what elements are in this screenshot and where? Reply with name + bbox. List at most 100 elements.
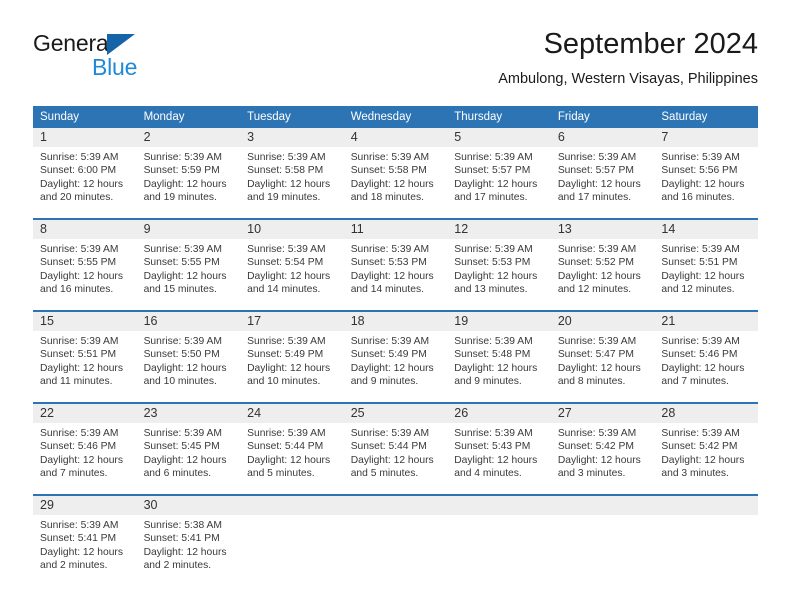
calendar-cell[interactable]: 27 Sunrise: 5:39 AM Sunset: 5:42 PM Dayligh…	[550, 402, 655, 495]
day-details: Sunrise: 5:39 AM Sunset: 5:51 PM Daylight:…	[654, 239, 758, 297]
day-number: 12	[447, 220, 551, 239]
day-sunset-text: Sunset: 5:44 PM	[350, 441, 427, 453]
day-number: 25	[343, 404, 448, 423]
calendar-cell[interactable]: 25 Sunrise: 5:39 AM Sunset: 5:44 PM Dayligh…	[343, 402, 448, 495]
day-daylight1-text: Daylight: 12 hours	[557, 362, 641, 374]
calendar-cell[interactable]: 21 Sunrise: 5:39 AM Sunset: 5:46 PM Dayligh…	[654, 310, 758, 403]
day-daylight2-text: and 11 minutes.	[40, 376, 113, 388]
day-number	[550, 496, 655, 515]
day-sunrise-text: Sunrise: 5:39 AM	[661, 244, 740, 255]
calendar-body: 1 Sunrise: 5:39 AM Sunset: 6:00 PM Daylight…	[33, 128, 758, 586]
day-cell: 21 Sunrise: 5:39 AM Sunset: 5:46 PM Dayligh…	[654, 312, 758, 402]
day-daylight1-text: Daylight: 12 hours	[350, 178, 434, 190]
calendar-cell[interactable]: 26 Sunrise: 5:39 AM Sunset: 5:43 PM Dayligh…	[447, 402, 551, 495]
day-sunset-text: Sunset: 5:42 PM	[557, 441, 634, 453]
page-header: General Blue September 2024 Ambulong, We…	[33, 26, 758, 98]
day-daylight2-text: and 3 minutes.	[661, 468, 729, 480]
day-cell: 4 Sunrise: 5:39 AM Sunset: 5:58 PM Daylight…	[343, 128, 448, 218]
calendar-cell[interactable]: 12 Sunrise: 5:39 AM Sunset: 5:53 PM Dayligh…	[447, 218, 551, 311]
day-sunrise-text: Sunrise: 5:39 AM	[454, 428, 533, 439]
calendar-cell[interactable]: 23 Sunrise: 5:39 AM Sunset: 5:45 PM Dayligh…	[136, 402, 241, 495]
day-daylight2-text: and 15 minutes.	[143, 284, 217, 296]
calendar-cell[interactable]: 6 Sunrise: 5:39 AM Sunset: 5:57 PM Daylight…	[550, 128, 655, 219]
calendar-cell[interactable]: 13 Sunrise: 5:39 AM Sunset: 5:52 PM Dayligh…	[550, 218, 655, 311]
day-number: 20	[550, 312, 655, 331]
day-sunrise-text: Sunrise: 5:39 AM	[350, 336, 430, 347]
day-details: Sunrise: 5:39 AM Sunset: 5:55 PM Daylight:…	[33, 239, 137, 297]
day-sunrise-text: Sunrise: 5:39 AM	[40, 336, 119, 347]
day-sunset-text: Sunset: 5:56 PM	[661, 165, 738, 177]
day-sunrise-text: Sunrise: 5:39 AM	[454, 244, 533, 255]
calendar-cell[interactable]: 11 Sunrise: 5:39 AM Sunset: 5:53 PM Dayligh…	[343, 218, 448, 311]
calendar-cell[interactable]: 2 Sunrise: 5:39 AM Sunset: 5:59 PM Daylight…	[136, 128, 241, 219]
day-details: Sunrise: 5:39 AM Sunset: 5:42 PM Daylight:…	[654, 423, 758, 481]
day-cell: 17 Sunrise: 5:39 AM Sunset: 5:49 PM Dayligh…	[240, 312, 344, 402]
day-daylight1-text: Daylight: 12 hours	[247, 362, 331, 374]
calendar-cell[interactable]: 28 Sunrise: 5:39 AM Sunset: 5:42 PM Dayligh…	[654, 402, 758, 495]
calendar-cell[interactable]: 16 Sunrise: 5:39 AM Sunset: 5:50 PM Dayligh…	[136, 310, 241, 403]
day-details: Sunrise: 5:39 AM Sunset: 5:55 PM Daylight:…	[137, 239, 241, 297]
calendar-cell[interactable]: 18 Sunrise: 5:39 AM Sunset: 5:49 PM Dayligh…	[343, 310, 448, 403]
location-subtitle: Ambulong, Western Visayas, Philippines	[498, 71, 758, 87]
day-number: 3	[240, 128, 344, 147]
calendar-cell[interactable]: 30 Sunrise: 5:38 AM Sunset: 5:41 PM Dayligh…	[136, 494, 241, 586]
day-sunrise-text: Sunrise: 5:38 AM	[143, 520, 222, 531]
calendar-cell[interactable]: 14 Sunrise: 5:39 AM Sunset: 5:51 PM Dayligh…	[654, 218, 758, 311]
day-number: 1	[33, 128, 137, 147]
day-daylight2-text: and 16 minutes.	[40, 284, 114, 296]
day-details: Sunrise: 5:39 AM Sunset: 5:46 PM Daylight:…	[33, 423, 137, 481]
day-sunrise-text: Sunrise: 5:39 AM	[350, 152, 430, 163]
day-daylight2-text: and 9 minutes.	[350, 376, 419, 388]
day-cell: 8 Sunrise: 5:39 AM Sunset: 5:55 PM Daylight…	[33, 220, 137, 310]
calendar-cell[interactable]: 29 Sunrise: 5:39 AM Sunset: 5:41 PM Dayligh…	[33, 494, 137, 586]
weekday-header-sunday: Sunday	[33, 106, 137, 128]
day-number: 9	[136, 220, 241, 239]
day-daylight2-text: and 17 minutes.	[454, 192, 528, 204]
calendar-cell[interactable]: 10 Sunrise: 5:39 AM Sunset: 5:54 PM Dayligh…	[240, 218, 344, 311]
day-daylight2-text: and 20 minutes.	[40, 192, 114, 204]
day-sunrise-text: Sunrise: 5:39 AM	[247, 152, 326, 163]
day-sunrise-text: Sunrise: 5:39 AM	[143, 152, 222, 163]
day-cell	[240, 496, 344, 586]
day-sunrise-text: Sunrise: 5:39 AM	[557, 336, 637, 347]
day-sunset-text: Sunset: 5:43 PM	[454, 441, 531, 453]
day-sunrise-text: Sunrise: 5:39 AM	[661, 336, 740, 347]
day-details: Sunrise: 5:39 AM Sunset: 5:50 PM Daylight:…	[137, 331, 241, 389]
day-sunrise-text: Sunrise: 5:39 AM	[557, 428, 637, 439]
day-cell: 10 Sunrise: 5:39 AM Sunset: 5:54 PM Dayligh…	[240, 220, 344, 310]
calendar-cell[interactable]: 4 Sunrise: 5:39 AM Sunset: 5:58 PM Daylight…	[343, 128, 448, 219]
calendar-cell[interactable]: 15 Sunrise: 5:39 AM Sunset: 5:51 PM Dayligh…	[33, 310, 137, 403]
day-sunrise-text: Sunrise: 5:39 AM	[661, 428, 740, 439]
day-cell: 5 Sunrise: 5:39 AM Sunset: 5:57 PM Daylight…	[447, 128, 551, 218]
day-number: 2	[136, 128, 241, 147]
calendar-cell[interactable]: 1 Sunrise: 5:39 AM Sunset: 6:00 PM Daylight…	[33, 128, 137, 219]
day-cell: 19 Sunrise: 5:39 AM Sunset: 5:48 PM Dayligh…	[447, 312, 551, 402]
day-daylight1-text: Daylight: 12 hours	[143, 362, 227, 374]
calendar-cell[interactable]: 22 Sunrise: 5:39 AM Sunset: 5:46 PM Dayligh…	[33, 402, 137, 495]
calendar-week-row: 15 Sunrise: 5:39 AM Sunset: 5:51 PM Dayligh…	[33, 310, 758, 403]
calendar-cell[interactable]: 9 Sunrise: 5:39 AM Sunset: 5:55 PM Daylight…	[136, 218, 241, 311]
day-daylight2-text: and 5 minutes.	[350, 468, 419, 480]
calendar-cell-empty	[343, 494, 448, 586]
brand-logo[interactable]: General Blue	[33, 30, 233, 86]
day-sunset-text: Sunset: 5:55 PM	[40, 257, 117, 269]
day-daylight1-text: Daylight: 12 hours	[143, 270, 227, 282]
calendar-cell[interactable]: 7 Sunrise: 5:39 AM Sunset: 5:56 PM Daylight…	[654, 128, 758, 219]
calendar-cell[interactable]: 19 Sunrise: 5:39 AM Sunset: 5:48 PM Dayligh…	[447, 310, 551, 403]
day-sunrise-text: Sunrise: 5:39 AM	[350, 428, 430, 439]
calendar-week-row: 1 Sunrise: 5:39 AM Sunset: 6:00 PM Daylight…	[33, 128, 758, 219]
calendar-table: Sunday Monday Tuesday Wednesday Thursday…	[33, 106, 758, 586]
calendar-cell[interactable]: 17 Sunrise: 5:39 AM Sunset: 5:49 PM Dayligh…	[240, 310, 344, 403]
day-number: 19	[447, 312, 551, 331]
day-daylight2-text: and 12 minutes.	[557, 284, 632, 296]
calendar-cell[interactable]: 8 Sunrise: 5:39 AM Sunset: 5:55 PM Daylight…	[33, 218, 137, 311]
day-daylight1-text: Daylight: 12 hours	[557, 454, 641, 466]
day-number: 26	[447, 404, 551, 423]
day-number: 4	[343, 128, 448, 147]
calendar-cell[interactable]: 24 Sunrise: 5:39 AM Sunset: 5:44 PM Dayligh…	[240, 402, 344, 495]
calendar-cell[interactable]: 20 Sunrise: 5:39 AM Sunset: 5:47 PM Dayligh…	[550, 310, 655, 403]
calendar-cell[interactable]: 5 Sunrise: 5:39 AM Sunset: 5:57 PM Daylight…	[447, 128, 551, 219]
day-daylight2-text: and 2 minutes.	[40, 560, 108, 572]
calendar-cell[interactable]: 3 Sunrise: 5:39 AM Sunset: 5:58 PM Daylight…	[240, 128, 344, 219]
day-cell: 14 Sunrise: 5:39 AM Sunset: 5:51 PM Dayligh…	[654, 220, 758, 310]
